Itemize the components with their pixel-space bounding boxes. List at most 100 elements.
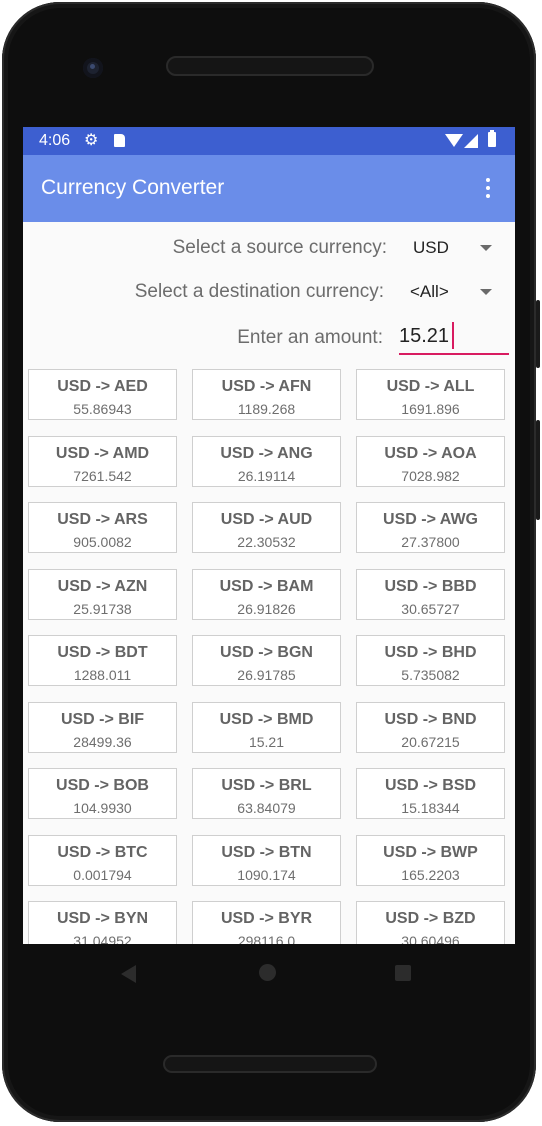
power-button	[536, 300, 540, 368]
conversion-pair: USD -> AUD	[220, 511, 313, 528]
bottom-speaker	[163, 1055, 377, 1073]
conversion-pair: USD -> BRL	[221, 777, 312, 794]
signal-icon	[464, 134, 478, 148]
more-vert-icon[interactable]	[481, 178, 495, 200]
gear-icon: ⚙	[84, 132, 99, 149]
conversion-amount: 27.37800	[401, 534, 460, 550]
destination-currency-spinner[interactable]: <All>	[403, 275, 503, 309]
conversion-card[interactable]: USD -> BMD 15.21	[192, 702, 341, 753]
status-bar: 4:06 ⚙	[23, 127, 515, 155]
input-underline	[399, 353, 509, 355]
conversion-card[interactable]: USD -> BOB 104.9930	[28, 768, 177, 819]
battery-icon	[488, 130, 496, 147]
conversion-pair: USD -> AZN	[57, 578, 148, 595]
conversion-card[interactable]: USD -> BBD 30.65727	[356, 569, 505, 620]
conversion-pair: USD -> BTC	[57, 844, 148, 861]
conversion-amount: 1691.896	[401, 401, 460, 417]
conversion-card[interactable]: USD -> BAM 26.91826	[192, 569, 341, 620]
conversion-pair: USD -> BHD	[384, 644, 477, 661]
conversion-amount: 26.91785	[237, 667, 296, 683]
conversion-card[interactable]: USD -> BWP 165.2203	[356, 835, 505, 886]
amount-value: 15.21	[399, 325, 450, 347]
text-cursor	[452, 322, 454, 349]
conversion-pair: USD -> BOB	[56, 777, 149, 794]
source-currency-spinner[interactable]: USD	[403, 231, 503, 265]
conversion-pair: USD -> AWG	[383, 511, 478, 528]
conversion-card[interactable]: USD -> ALL 1691.896	[356, 369, 505, 420]
conversion-amount: 905.0082	[73, 534, 132, 550]
conversion-card[interactable]: USD -> BDT 1288.011	[28, 635, 177, 686]
back-icon[interactable]	[121, 965, 136, 983]
screen: 4:06 ⚙ Currency Converter Select a sourc…	[23, 127, 515, 944]
conversion-amount: 25.91738	[73, 601, 132, 617]
conversion-card[interactable]: USD -> ARS 905.0082	[28, 502, 177, 553]
conversion-card[interactable]: USD -> BTN 1090.174	[192, 835, 341, 886]
conversion-card[interactable]: USD -> AWG 27.37800	[356, 502, 505, 553]
source-currency-label: Select a source currency:	[172, 237, 387, 258]
conversion-amount: 104.9930	[73, 800, 132, 816]
app-title: Currency Converter	[41, 176, 225, 199]
conversion-amount: 15.21	[248, 734, 285, 750]
conversion-card[interactable]: USD -> BRL 63.84079	[192, 768, 341, 819]
conversion-pair: USD -> BBD	[384, 578, 477, 595]
conversion-card[interactable]: USD -> AUD 22.30532	[192, 502, 341, 553]
conversion-card[interactable]: USD -> BYN 31.04952	[28, 901, 177, 944]
conversion-amount: 1090.174	[237, 867, 296, 883]
conversion-card[interactable]: USD -> BGN 26.91785	[192, 635, 341, 686]
conversion-pair: USD -> BYN	[56, 910, 149, 927]
sd-card-icon	[114, 134, 125, 147]
volume-button	[536, 420, 540, 520]
amount-label: Enter an amount:	[237, 327, 383, 348]
conversion-amount: 26.19114	[237, 468, 296, 484]
conversion-amount: 0.001794	[73, 867, 132, 883]
conversion-pair: USD -> BAM	[219, 578, 314, 595]
conversion-pair: USD -> BTN	[221, 844, 312, 861]
chevron-down-icon	[480, 289, 492, 295]
conversion-card[interactable]: USD -> AMD 7261.542	[28, 436, 177, 487]
app-bar: Currency Converter	[23, 155, 515, 222]
conversion-amount: 1189.268	[237, 401, 296, 417]
conversion-card[interactable]: USD -> BYR 298116.0	[192, 901, 341, 944]
destination-currency-label: Select a destination currency:	[134, 281, 384, 302]
conversion-pair: USD -> AMD	[55, 445, 150, 462]
conversion-card[interactable]: USD -> BZD 30.60496	[356, 901, 505, 944]
front-camera	[83, 58, 103, 78]
conversion-amount: 55.86943	[73, 401, 132, 417]
conversion-card[interactable]: USD -> AFN 1189.268	[192, 369, 341, 420]
conversion-pair: USD -> BWP	[383, 844, 478, 861]
conversion-card[interactable]: USD -> AZN 25.91738	[28, 569, 177, 620]
conversion-amount: 1288.011	[73, 667, 132, 683]
conversion-amount: 31.04952	[73, 933, 132, 944]
conversion-card[interactable]: USD -> AED 55.86943	[28, 369, 177, 420]
destination-currency-value: <All>	[410, 282, 449, 301]
conversion-pair: USD -> BYR	[220, 910, 313, 927]
home-icon[interactable]	[259, 964, 276, 981]
conversion-amount: 22.30532	[237, 534, 296, 550]
conversion-pair: USD -> ARS	[57, 511, 148, 528]
conversion-card[interactable]: USD -> ANG 26.19114	[192, 436, 341, 487]
phone-frame: 4:06 ⚙ Currency Converter Select a sourc…	[0, 0, 542, 1126]
conversion-pair: USD -> AFN	[221, 378, 312, 395]
conversion-amount: 30.60496	[401, 933, 460, 944]
conversion-card[interactable]: USD -> BIF 28499.36	[28, 702, 177, 753]
recents-icon[interactable]	[395, 965, 411, 981]
conversion-pair: USD -> ALL	[386, 378, 475, 395]
conversion-card[interactable]: USD -> AOA 7028.982	[356, 436, 505, 487]
amount-input[interactable]: 15.21	[399, 318, 509, 355]
conversion-card[interactable]: USD -> BHD 5.735082	[356, 635, 505, 686]
top-speaker	[166, 56, 374, 76]
conversion-amount: 30.65727	[401, 601, 460, 617]
conversion-amount: 20.67215	[401, 734, 460, 750]
conversion-pair: USD -> BMD	[219, 711, 314, 728]
conversion-card[interactable]: USD -> BND 20.67215	[356, 702, 505, 753]
conversion-amount: 63.84079	[237, 800, 296, 816]
conversion-card[interactable]: USD -> BSD 15.18344	[356, 768, 505, 819]
conversion-pair: USD -> BND	[384, 711, 477, 728]
conversion-amount: 7028.982	[401, 468, 460, 484]
conversion-amount: 26.91826	[237, 601, 296, 617]
conversion-card[interactable]: USD -> BTC 0.001794	[28, 835, 177, 886]
conversion-pair: USD -> BSD	[384, 777, 477, 794]
conversion-pair: USD -> BIF	[60, 711, 145, 728]
status-time: 4:06	[39, 132, 71, 149]
conversion-amount: 5.735082	[401, 667, 460, 683]
